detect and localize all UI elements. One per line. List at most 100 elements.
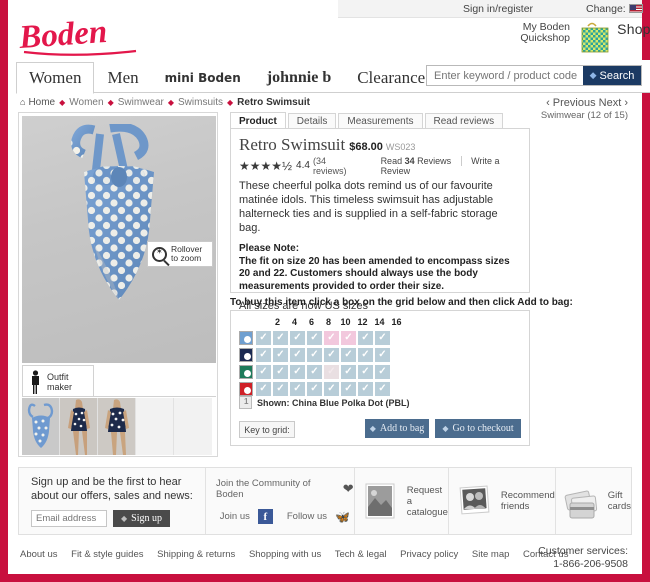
size-cell[interactable]: ✓ <box>307 347 322 362</box>
size-cell[interactable]: ✓ <box>358 330 373 345</box>
footer-link-fit-style[interactable]: Fit & style guides <box>71 549 143 560</box>
size-cell[interactable]: ✓ <box>290 381 305 396</box>
bag-summary[interactable]: Shopping bag 0 items Total $0.00 <box>596 21 650 61</box>
size-cell[interactable]: ✓ <box>375 381 390 396</box>
size-cell[interactable]: ✓ <box>273 330 288 345</box>
size-cell[interactable]: ✓ <box>324 364 339 379</box>
size-cell[interactable]: ✓ <box>307 364 322 379</box>
footer-link-shipping[interactable]: Shipping & returns <box>157 549 235 560</box>
size-cell[interactable]: ✓ <box>307 330 322 345</box>
color-swatch-china-blue[interactable] <box>239 330 253 345</box>
email-input[interactable] <box>31 510 107 527</box>
us-flag-icon[interactable] <box>628 4 643 13</box>
size-cell[interactable]: ✓ <box>256 364 271 379</box>
read-reviews-link[interactable]: Read 34 Reviews <box>381 156 454 166</box>
thumbnail-3[interactable] <box>98 398 136 455</box>
main-product-image[interactable]: Rollover to zoom <box>22 116 216 363</box>
recommend-friends-cell[interactable]: Recommend friends <box>449 468 556 534</box>
sign-up-button[interactable]: ◆ Sign up <box>113 510 170 527</box>
thumbnail-1[interactable] <box>22 398 60 455</box>
size-cell[interactable]: ✓ <box>256 381 271 396</box>
thumbnail-2[interactable] <box>60 398 98 455</box>
read-reviews-post: Reviews <box>414 155 452 166</box>
tab-details[interactable]: Details <box>287 113 337 129</box>
color-swatch-red[interactable] <box>239 381 253 396</box>
breadcrumb: ⌂ Home ◆ Women ◆ Swimwear ◆ Swimsuits ◆ Retro Swi… <box>20 97 310 108</box>
size-cell[interactable]: ✓ <box>341 381 356 396</box>
nav-item-men[interactable]: Men <box>94 62 151 93</box>
footer-link-shopping-with-us[interactable]: Shopping with us <box>249 549 321 560</box>
size-cell[interactable]: ✓ <box>375 364 390 379</box>
friends-photo-icon <box>459 485 490 515</box>
size-header: 6 <box>308 317 314 327</box>
size-cell[interactable]: ✓ <box>341 364 356 379</box>
nav-item-mini-boden[interactable]: mini Boden <box>152 62 254 93</box>
bullet-icon: ◆ <box>442 424 449 433</box>
size-cell[interactable]: ✓ <box>290 364 305 379</box>
request-catalogue-cell[interactable]: Request a catalogue <box>355 468 449 534</box>
thumbnail-5[interactable] <box>174 398 212 455</box>
join-community-row[interactable]: Join the Community of Boden ❤ <box>216 478 354 500</box>
gift-cards-cell[interactable]: Gift cards <box>556 468 631 534</box>
footer-link-privacy[interactable]: Privacy policy <box>400 549 458 560</box>
footer-link-tech-legal[interactable]: Tech & legal <box>335 549 387 560</box>
size-cell[interactable]: ✓ <box>273 364 288 379</box>
color-swatch-navy[interactable] <box>239 347 253 362</box>
tab-label: Product <box>239 115 277 127</box>
size-cell[interactable]: ✓ <box>273 347 288 362</box>
breadcrumb-swimsuits[interactable]: Swimsuits <box>178 97 223 108</box>
size-cell[interactable]: ✓ <box>358 381 373 396</box>
size-cell[interactable]: ✓ <box>290 330 305 345</box>
tab-label: Read reviews <box>433 116 495 127</box>
size-cell[interactable]: ✓ <box>358 364 373 379</box>
footer-link-site-map[interactable]: Site map <box>472 549 510 560</box>
size-cell[interactable]: ✓ <box>307 381 322 396</box>
size-cell[interactable]: ✓ <box>324 381 339 396</box>
nav-item-johnnie-b[interactable]: johnnie b <box>254 62 344 93</box>
change-locale[interactable]: Change: <box>586 3 643 15</box>
request-catalogue-label: Request a catalogue <box>406 484 448 518</box>
thumbnail-4[interactable] <box>136 398 174 455</box>
rollover-to-zoom[interactable]: Rollover to zoom <box>147 241 213 267</box>
magnifier-icon <box>152 246 167 262</box>
tab-product[interactable]: Product <box>230 112 286 129</box>
breadcrumb-home[interactable]: Home <box>28 97 55 108</box>
size-cell[interactable]: ✓ <box>324 347 339 362</box>
size-cell[interactable]: ✓ <box>256 347 271 362</box>
previous-link[interactable]: ‹ Previous <box>546 97 596 109</box>
breadcrumb-swimwear[interactable]: Swimwear <box>118 97 164 108</box>
outfit-maker-tab[interactable]: Outfit maker <box>22 365 94 397</box>
breadcrumb-women[interactable]: Women <box>69 97 103 108</box>
next-link[interactable]: Next › <box>599 97 628 109</box>
tab-read-reviews[interactable]: Read reviews <box>424 113 504 129</box>
heart-icon[interactable]: ❤ <box>343 481 354 497</box>
main-nav-bar: Women Men mini Boden johnnie b Clearance… <box>16 60 650 94</box>
size-cell[interactable]: ✓ <box>256 330 271 345</box>
tab-label: Details <box>296 116 328 127</box>
size-cell[interactable]: ✓ <box>375 347 390 362</box>
go-to-checkout-button[interactable]: ◆ Go to checkout <box>435 419 521 438</box>
color-swatch-green[interactable] <box>239 364 253 379</box>
size-cell[interactable]: ✓ <box>324 330 339 345</box>
add-to-bag-button[interactable]: ◆ Add to bag <box>365 419 429 438</box>
size-cell[interactable]: ✓ <box>358 347 373 362</box>
nav-item-women[interactable]: Women <box>16 62 95 94</box>
my-boden-quickshop[interactable]: My Boden Quickshop <box>488 22 570 44</box>
nav-item-clearance[interactable]: Clearance <box>344 62 438 93</box>
search-input[interactable] <box>428 67 588 84</box>
size-cell[interactable]: ✓ <box>375 330 390 345</box>
swatch-dot <box>244 352 251 360</box>
search-button[interactable]: ◆ Search <box>583 66 641 85</box>
size-cell[interactable]: ✓ <box>341 347 356 362</box>
tab-measurements[interactable]: Measurements <box>338 113 423 129</box>
catalogue-icon <box>365 483 395 519</box>
size-cell[interactable]: ✓ <box>341 330 356 345</box>
facebook-icon[interactable]: f <box>257 509 273 524</box>
key-to-grid-button[interactable]: Key to grid: <box>239 421 295 438</box>
size-cell[interactable]: ✓ <box>290 347 305 362</box>
sign-in-register-link[interactable]: Sign in/register <box>463 3 533 15</box>
twitter-bird-icon[interactable]: 🦋 <box>335 510 350 524</box>
boden-logo[interactable]: Boden <box>16 18 216 58</box>
size-cell[interactable]: ✓ <box>273 381 288 396</box>
footer-link-about-us[interactable]: About us <box>20 549 58 560</box>
